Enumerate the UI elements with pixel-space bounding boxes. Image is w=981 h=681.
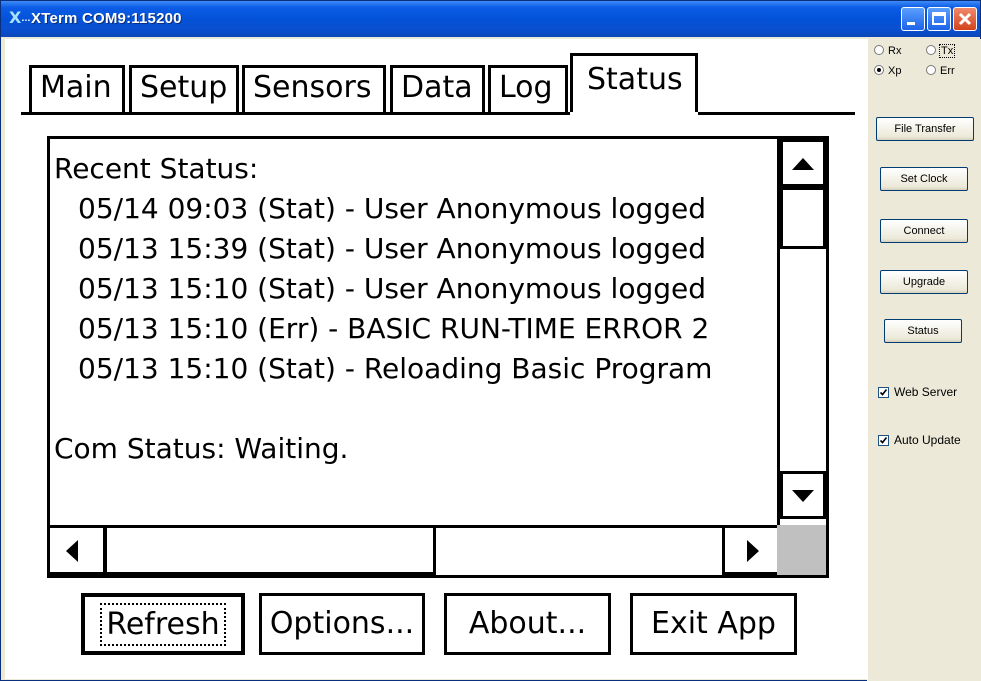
scroll-right-button[interactable] xyxy=(722,528,777,575)
tab-status[interactable]: Status xyxy=(570,53,698,115)
down-arrow-icon xyxy=(792,490,814,502)
xterm-window: X··· XTerm COM9:115200 Main Setup Sensor… xyxy=(0,0,981,681)
maximize-icon xyxy=(932,12,946,25)
title-bar[interactable]: X··· XTerm COM9:115200 xyxy=(1,1,980,37)
tab-main[interactable]: Main xyxy=(29,65,125,113)
up-arrow-icon xyxy=(792,158,814,170)
scroll-up-button[interactable] xyxy=(780,139,826,187)
status-entry[interactable]: 05/13 15:10 (Err) - BASIC RUN-TIME ERROR… xyxy=(54,309,776,349)
options-button[interactable]: Options... xyxy=(259,593,425,655)
close-button[interactable] xyxy=(953,7,977,31)
status-list-content: Recent Status: 05/14 09:03 (Stat) - User… xyxy=(54,149,776,469)
status-entry[interactable]: 05/13 15:39 (Stat) - User Anonymous logg… xyxy=(54,229,776,269)
maximize-button[interactable] xyxy=(927,7,951,31)
web-server-checkbox[interactable]: Web Server xyxy=(878,385,957,399)
checkbox-checked-icon xyxy=(878,435,889,446)
file-transfer-button[interactable]: File Transfer xyxy=(876,117,974,141)
status-entry[interactable]: 05/13 15:10 (Stat) - Reloading Basic Pro… xyxy=(54,349,776,389)
about-label: About... xyxy=(468,606,587,641)
tab-data[interactable]: Data xyxy=(390,65,485,113)
tab-log[interactable]: Log xyxy=(488,65,568,113)
vertical-scrollbar[interactable] xyxy=(777,139,826,525)
options-label: Options... xyxy=(269,606,415,641)
active-tab-gap xyxy=(570,112,698,115)
side-panel: Rx Tx Xp Err File Transfer Set Clock Con… xyxy=(867,39,981,681)
status-listbox[interactable]: Recent Status: 05/14 09:03 (Stat) - User… xyxy=(47,136,829,578)
status-entry[interactable]: 05/14 09:03 (Stat) - User Anonymous logg… xyxy=(54,189,776,229)
upgrade-button[interactable]: Upgrade xyxy=(880,270,968,294)
scroll-left-button[interactable] xyxy=(50,528,106,575)
minimize-icon xyxy=(907,22,915,25)
status-entry[interactable]: 05/13 15:10 (Stat) - User Anonymous logg… xyxy=(54,269,776,309)
close-icon xyxy=(958,12,972,26)
about-button[interactable]: About... xyxy=(444,593,611,655)
xterm-app-icon: X··· xyxy=(9,8,31,27)
exit-app-label: Exit App xyxy=(651,606,776,641)
horizontal-scroll-thumb[interactable] xyxy=(104,528,436,575)
status-header: Recent Status: xyxy=(54,152,259,185)
left-arrow-icon xyxy=(66,540,78,562)
connect-button[interactable]: Connect xyxy=(880,219,968,243)
radio-icon xyxy=(926,45,936,55)
refresh-label: Refresh xyxy=(100,603,226,646)
vertical-scroll-thumb[interactable] xyxy=(780,187,826,249)
radio-tx[interactable]: Tx xyxy=(926,44,956,58)
radio-icon xyxy=(926,65,936,75)
radio-err[interactable]: Err xyxy=(926,65,955,77)
right-arrow-icon xyxy=(747,540,759,562)
scroll-down-button[interactable] xyxy=(780,471,826,519)
set-clock-button[interactable]: Set Clock xyxy=(880,167,968,191)
tab-sensors[interactable]: Sensors xyxy=(242,65,386,113)
checkbox-checked-icon xyxy=(878,387,889,398)
minimize-button[interactable] xyxy=(901,7,925,31)
radio-selected-icon xyxy=(874,65,884,75)
com-status: Com Status: Waiting. xyxy=(54,432,349,465)
refresh-button[interactable]: Refresh xyxy=(81,593,245,655)
scrollbar-corner xyxy=(777,525,826,575)
radio-icon xyxy=(874,45,884,55)
status-button[interactable]: Status xyxy=(884,319,962,343)
auto-update-checkbox[interactable]: Auto Update xyxy=(878,433,961,447)
tab-panel-border xyxy=(21,112,855,115)
radio-xp[interactable]: Xp xyxy=(874,65,901,77)
radio-rx[interactable]: Rx xyxy=(874,45,901,57)
horizontal-scrollbar[interactable] xyxy=(50,525,777,575)
exit-app-button[interactable]: Exit App xyxy=(630,593,797,655)
window-title: XTerm COM9:115200 xyxy=(31,10,182,27)
tab-setup[interactable]: Setup xyxy=(129,65,239,113)
